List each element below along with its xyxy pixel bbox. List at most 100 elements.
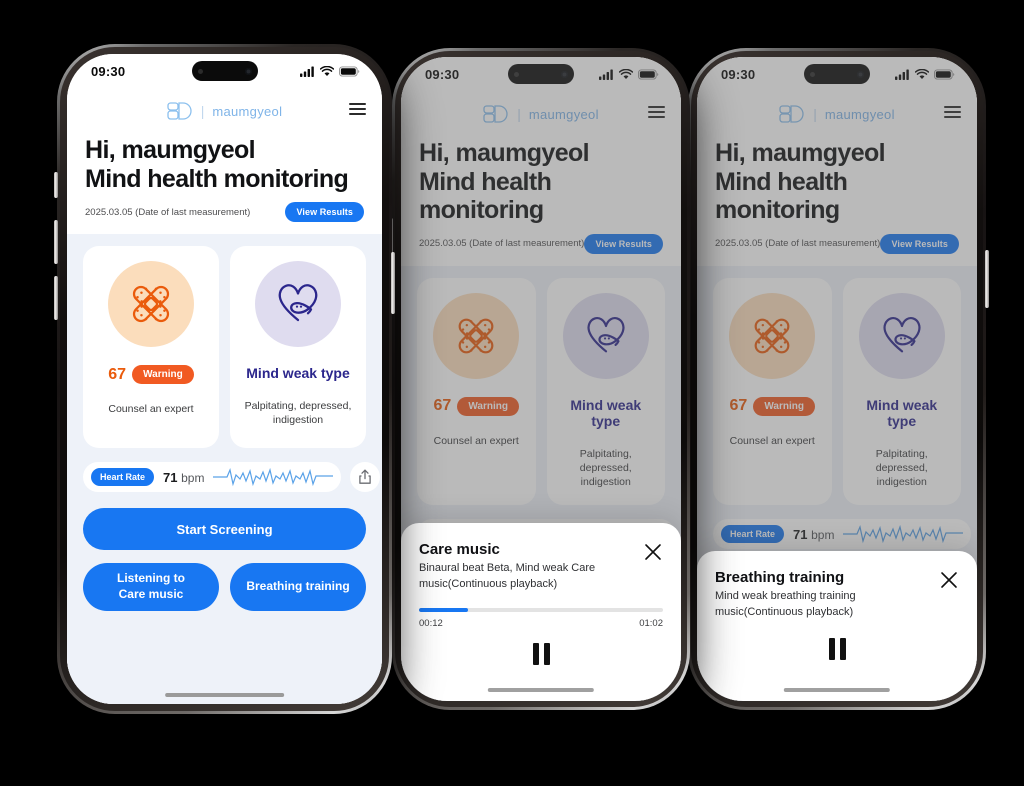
phone-3-power-button[interactable]: [985, 250, 989, 308]
summary-cards: 67 Warning Counsel an expert Mind weak t…: [83, 246, 366, 448]
phone-3-status-indicators: [895, 68, 955, 80]
maumgyeol-logo-icon: [779, 105, 804, 123]
crossed-bandage-icon: [458, 318, 494, 353]
home-indicator[interactable]: [783, 687, 891, 692]
type-card[interactable]: Mind weak type Palpitating, depressed, i…: [230, 246, 366, 448]
type-icon-circle: [858, 292, 945, 379]
phone-3-app-bar: | maumgyeol: [697, 91, 977, 133]
volume-up-button[interactable]: [54, 220, 58, 264]
brand-logo[interactable]: | maumgyeol: [167, 100, 283, 122]
hamburger-menu-icon[interactable]: [944, 106, 961, 118]
heart-rate-box[interactable]: Heart Rate 71 bpm: [83, 462, 342, 492]
phone-3-status-bar: 09:30: [697, 57, 977, 91]
brand-logo[interactable]: | maumgyeol: [779, 103, 895, 125]
page-title: Hi, maumgyeol Mind health monitoring: [67, 130, 382, 193]
elapsed-time: 00:12: [419, 618, 443, 630]
phone-2-measurement-row: 2025.03.05 (Date of last measurement) Vi…: [401, 225, 681, 266]
phone-2-status-bar: 09:30: [401, 57, 681, 91]
battery-icon: [934, 69, 955, 79]
mute-switch[interactable]: [54, 172, 58, 198]
close-icon[interactable]: [939, 570, 959, 590]
type-card[interactable]: Mind weak type Palpitating, depressed, i…: [842, 277, 961, 506]
island-camera-dot: [857, 70, 864, 78]
island-sensor-dot: [514, 71, 519, 77]
last-measurement-date: 2025.03.05 (Date of last measurement): [715, 238, 881, 249]
pause-icon[interactable]: [828, 638, 846, 661]
heart-rate-box[interactable]: Heart Rate 71 bpm: [713, 519, 972, 550]
listening-care-music-button[interactable]: Listening toCare music: [83, 563, 219, 611]
view-results-button[interactable]: View Results: [285, 202, 364, 222]
score-value: 67: [729, 397, 748, 414]
home-indicator[interactable]: [487, 687, 595, 692]
logo-text: maumgyeol: [528, 106, 599, 122]
hamburger-menu-icon[interactable]: [648, 106, 665, 118]
cellular-signal-icon: [300, 66, 314, 77]
score-card-note: Counsel an expert: [433, 434, 519, 447]
view-results-button[interactable]: View Results: [880, 233, 959, 254]
breathing-title: Breathing training: [715, 569, 845, 586]
greeting-line-2: Mind health monitoring: [715, 167, 848, 225]
care-music-title: Care music: [419, 541, 500, 558]
score-icon-circle: [108, 261, 194, 347]
crossed-bandage-icon: [754, 318, 790, 353]
share-button[interactable]: [350, 462, 381, 492]
score-card[interactable]: 67 Warning Counsel an expert: [83, 246, 219, 448]
status-bar: 09:30: [67, 54, 382, 88]
maumgyeol-logo-icon: [167, 102, 192, 120]
type-icon-circle: [255, 261, 341, 347]
phone-1-screen: 09:30 | maumgyeol Hi, maumgyeol Mind hea…: [67, 54, 382, 704]
phone-3-screen: 09:30 | maumgyeol Hi, maumgyeol Mind hea…: [697, 57, 977, 701]
breathing-training-sheet: Breathing training Mind weak breathing t…: [697, 551, 977, 701]
type-card-note: Palpitating, depressed, indigestion: [579, 447, 632, 488]
phone-2-dynamic-island: [508, 64, 574, 84]
heart-rate-chip: Heart Rate: [721, 525, 785, 544]
app-screen-3: 09:30 | maumgyeol Hi, maumgyeol Mind hea…: [697, 57, 977, 701]
home-indicator[interactable]: [164, 692, 285, 697]
phone-1-device: 09:30 | maumgyeol Hi, maumgyeol Mind hea…: [54, 44, 395, 714]
score-card[interactable]: 67 Warning Counsel an expert: [417, 277, 536, 506]
summary-cards: 67 Warning Counsel an expert Mind weak t…: [417, 277, 665, 506]
score-icon-circle: [729, 292, 816, 379]
breathing-training-button[interactable]: Breathing training: [230, 563, 366, 611]
logo-divider: |: [813, 106, 817, 122]
island-sensor-dot: [197, 68, 203, 74]
type-card[interactable]: Mind weak type Palpitating, depressed, i…: [546, 277, 665, 506]
close-icon[interactable]: [643, 542, 663, 562]
playback-progress-bar[interactable]: [419, 608, 663, 613]
phone-3-status-time: 09:30: [721, 66, 756, 82]
power-button[interactable]: [391, 252, 395, 314]
wifi-icon: [619, 68, 633, 79]
view-results-button[interactable]: View Results: [584, 233, 663, 254]
status-time: 09:30: [91, 63, 126, 79]
heart-rate-row: Heart Rate 71 bpm: [713, 519, 972, 550]
measurement-row: 2025.03.05 (Date of last measurement) Vi…: [67, 193, 382, 234]
status-indicators: [300, 65, 360, 77]
app-bar: | maumgyeol: [67, 88, 382, 130]
care-music-sheet: Care music Binaural beat Beta, Mind weak…: [401, 523, 681, 701]
heart-rate-unit: bpm: [181, 470, 205, 485]
volume-down-button[interactable]: [54, 276, 58, 320]
score-row: 67 Warning: [108, 365, 194, 384]
pause-icon[interactable]: [532, 643, 550, 666]
summary-cards: 67 Warning Counsel an expert Mind weak t…: [713, 277, 961, 506]
mind-heart-icon: [587, 316, 625, 352]
score-card-note: Counsel an expert: [729, 434, 815, 447]
type-card-note: Palpitating, depressed, indigestion: [875, 447, 928, 488]
logo-divider: |: [517, 106, 521, 122]
score-card[interactable]: 67 Warning Counsel an expert: [713, 277, 832, 506]
type-card-title: Mind weak type: [246, 365, 350, 381]
brand-logo[interactable]: | maumgyeol: [483, 103, 599, 125]
phone-2-screen: 09:30 | maumgyeol Hi, maumgyeol Mind hea…: [401, 57, 681, 701]
secondary-actions: Listening toCare music Breathing trainin…: [83, 563, 366, 611]
heart-rate-chip: Heart Rate: [91, 468, 155, 486]
hamburger-menu-icon[interactable]: [349, 103, 366, 115]
app-screen-2: 09:30 | maumgyeol Hi, maumgyeol Mind hea…: [401, 57, 681, 701]
phone-2-page-title: Hi, maumgyeol Mind health monitoring: [401, 133, 681, 225]
start-screening-button[interactable]: Start Screening: [83, 508, 366, 550]
type-icon-circle: [562, 292, 649, 379]
care-music-sheet-header: Care music Binaural beat Beta, Mind weak…: [419, 541, 663, 592]
status-badge: Warning: [132, 365, 194, 384]
island-sensor-dot: [810, 71, 815, 77]
heart-rate-unit: bpm: [811, 527, 835, 542]
phone-3-measurement-row: 2025.03.05 (Date of last measurement) Vi…: [697, 225, 977, 266]
